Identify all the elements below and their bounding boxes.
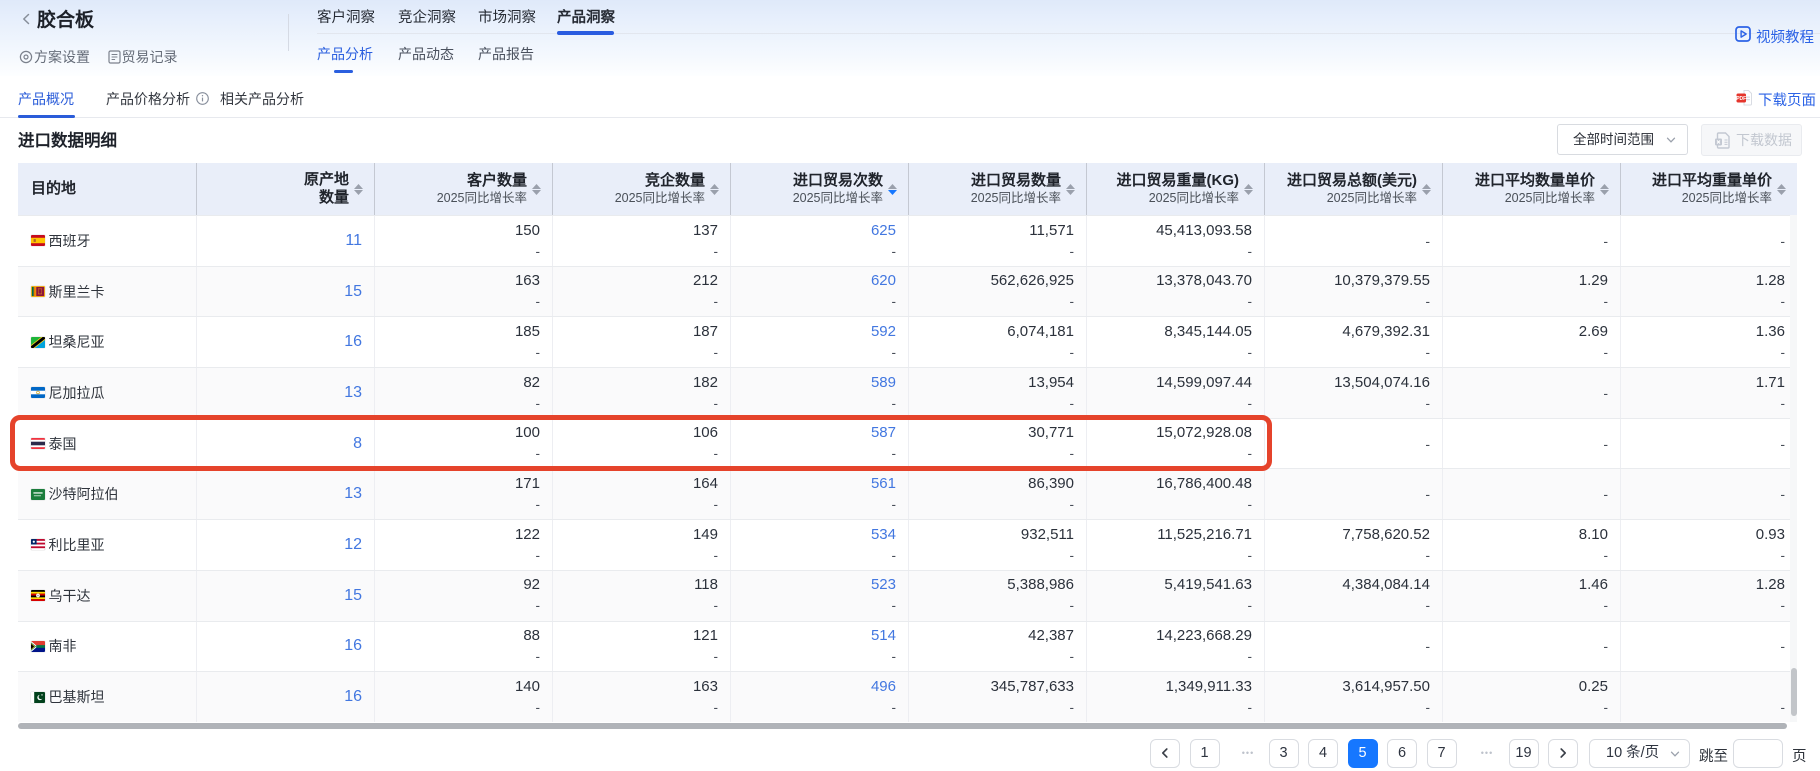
svg-text:PDF: PDF [1736,96,1746,102]
